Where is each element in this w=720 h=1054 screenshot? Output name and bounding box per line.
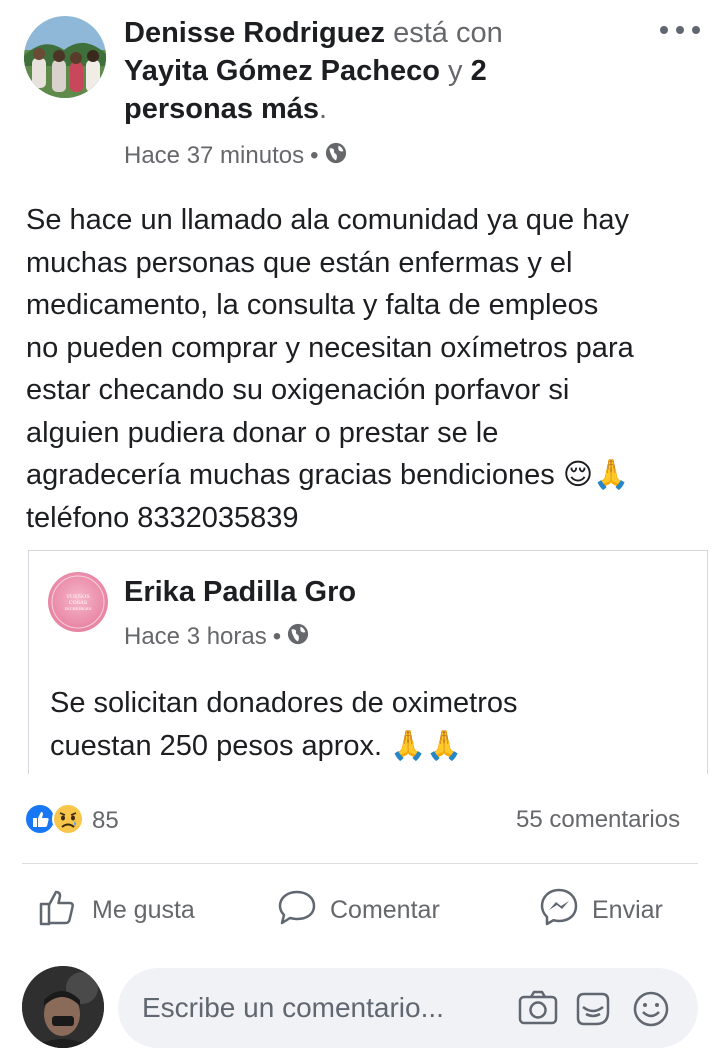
gif-sticker-icon[interactable] — [574, 990, 612, 1033]
comment-button[interactable]: Comentar — [276, 886, 440, 934]
speech-bubble-icon — [276, 886, 318, 935]
phone-line[interactable]: teléfono 8332035839 — [26, 502, 299, 534]
sad-icon — [52, 802, 84, 840]
thumbs-up-icon — [38, 886, 80, 935]
meta-separator: • — [310, 142, 319, 169]
divider — [22, 863, 698, 864]
shared-post-time[interactable]: Hace 3 horas — [124, 623, 267, 651]
post-message: Se hace un llamado ala comunidad ya que … — [26, 204, 634, 491]
comment-input[interactable] — [142, 992, 492, 1024]
header-period: . — [319, 93, 328, 125]
svg-text:VUEÑOS: VUEÑOS — [65, 592, 90, 600]
like-label: Me gusta — [92, 895, 195, 924]
with-word: está con — [385, 17, 503, 49]
current-user-avatar[interactable] — [22, 966, 104, 1048]
svg-text:INCREIBLES: INCREIBLES — [65, 606, 92, 611]
author-name[interactable]: Denisse Rodriguez — [124, 17, 385, 49]
post-header: Denisse Rodriguez está con Yayita Gómez … — [124, 14, 594, 128]
reactions-summary[interactable]: 85 — [24, 802, 119, 840]
shared-emojis: 🙏🙏 — [390, 729, 463, 762]
more-options-button[interactable] — [660, 18, 700, 42]
post-time[interactable]: Hace 37 minutos — [124, 142, 304, 170]
tagged-person[interactable]: Yayita Gómez Pacheco — [124, 55, 440, 87]
globe-icon[interactable] — [325, 142, 347, 171]
post-meta: Hace 37 minutos • — [124, 140, 347, 172]
send-button[interactable]: Enviar — [538, 886, 663, 934]
comment-label: Comentar — [330, 895, 440, 924]
camera-icon[interactable] — [518, 990, 558, 1031]
shared-author-name[interactable]: Erika Padilla Gro — [124, 576, 356, 609]
messenger-icon — [538, 886, 580, 935]
comments-count[interactable]: 55 comentarios — [516, 806, 680, 834]
globe-icon[interactable] — [287, 623, 309, 652]
like-button[interactable]: Me gusta — [38, 886, 195, 934]
post-emojis: 😌🙏 — [562, 459, 630, 491]
author-avatar[interactable] — [24, 16, 106, 98]
and-word: y — [439, 55, 471, 87]
meta-separator: • — [272, 623, 282, 650]
shared-author-avatar[interactable]: VUEÑOS COSAS INCREIBLES — [48, 572, 108, 632]
shared-post-text: Se solicitan donadores de oximetros cues… — [50, 682, 690, 767]
dot-icon — [660, 26, 668, 34]
comment-composer[interactable] — [118, 968, 698, 1048]
reactions-count: 85 — [92, 807, 119, 834]
shared-post-meta: Hace 3 horas • — [124, 621, 309, 653]
send-label: Enviar — [592, 895, 663, 924]
post-text: Se hace un llamado ala comunidad ya que … — [26, 199, 716, 539]
dot-icon — [676, 26, 684, 34]
dot-icon — [692, 26, 700, 34]
emoji-icon[interactable] — [632, 990, 670, 1033]
